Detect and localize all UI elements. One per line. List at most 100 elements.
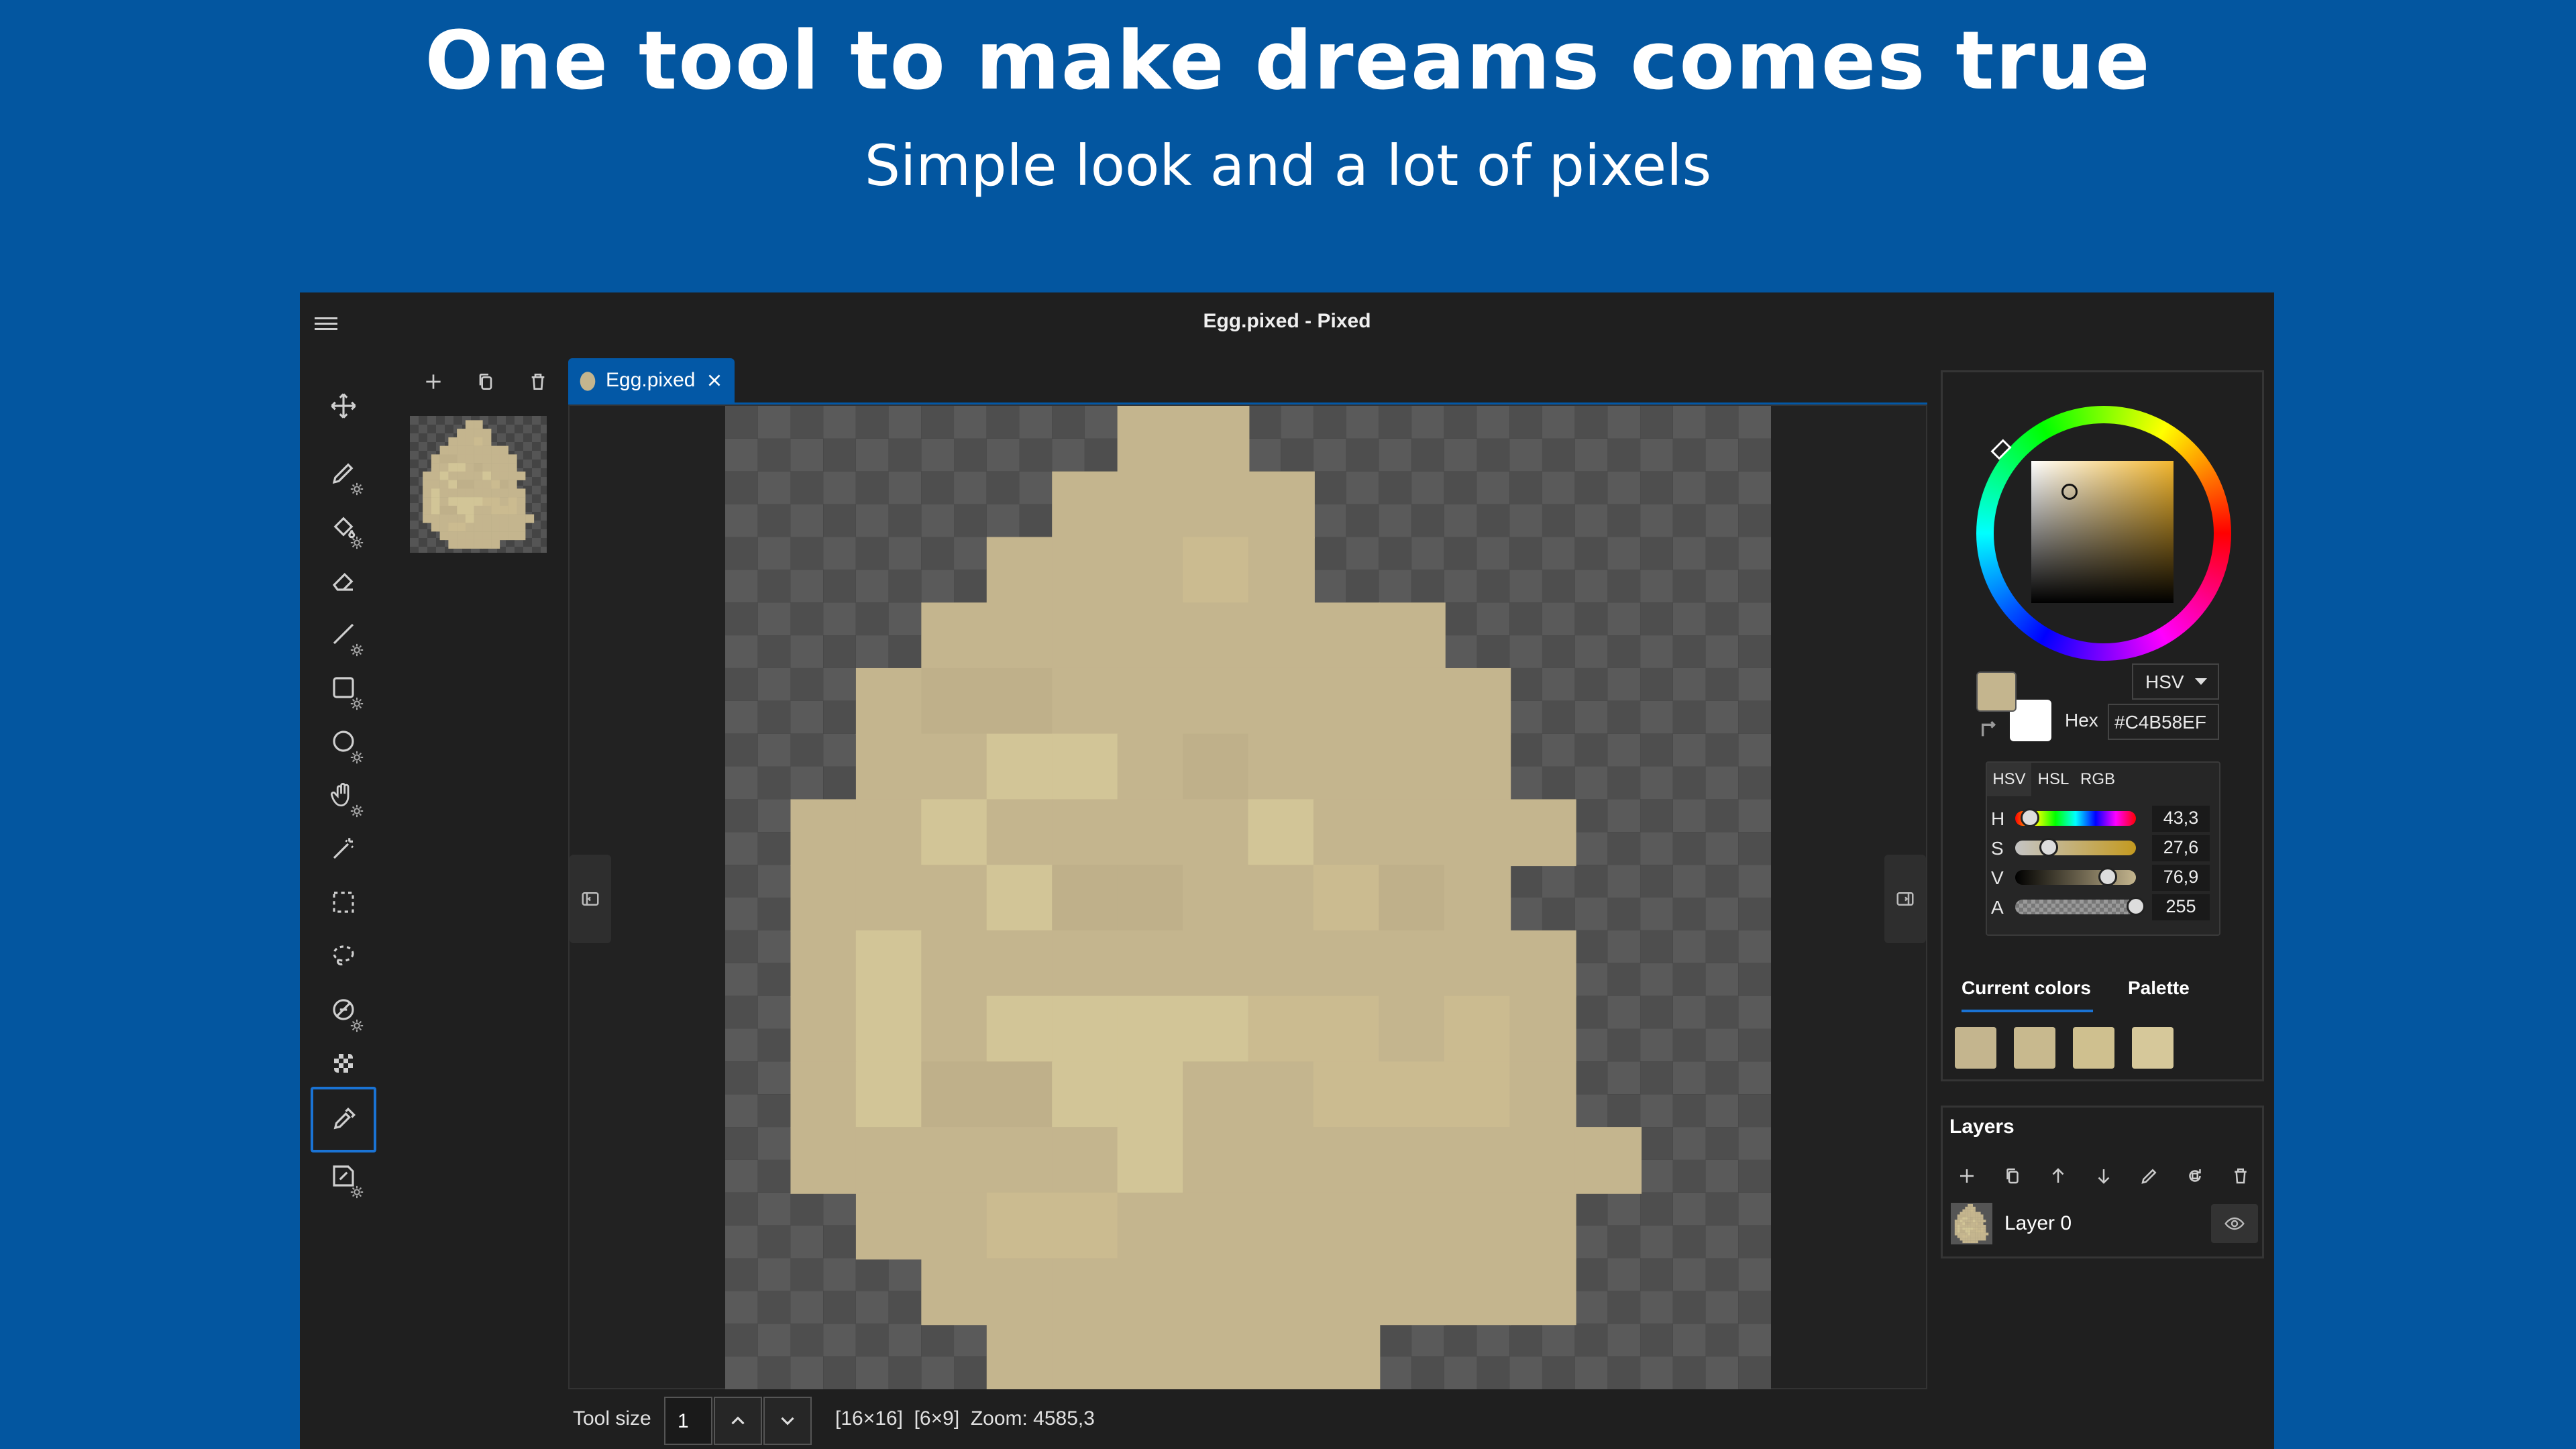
- transparency-checker-cell: [1738, 733, 1771, 767]
- color-mode-select[interactable]: HSV: [2132, 663, 2219, 700]
- transparency-checker-cell: [823, 1356, 856, 1389]
- pixel-canvas[interactable]: [725, 406, 1771, 1389]
- sprite-pixel: [1954, 1227, 1957, 1230]
- tab-palette[interactable]: Palette: [2128, 977, 2190, 999]
- duplicate-layer-button[interactable]: [1998, 1161, 2027, 1191]
- sprite-pixel: [1980, 1235, 1984, 1238]
- delete-frame-button[interactable]: [521, 360, 555, 404]
- current-color-swatch[interactable]: [1955, 1027, 1996, 1069]
- toggle-left-panel-button[interactable]: [570, 855, 611, 943]
- slider-track[interactable]: [2015, 870, 2136, 885]
- transparency-checker-cell: [1738, 832, 1771, 865]
- sprite-pixel: [1975, 1224, 1978, 1228]
- sprite-pixel: [465, 445, 474, 455]
- tab-current-colors[interactable]: Current colors: [1962, 977, 2091, 999]
- slider-knob[interactable]: [2020, 808, 2039, 827]
- swap-colors-icon[interactable]: [1979, 717, 2002, 740]
- sprite-pixel: [448, 463, 458, 472]
- transparency-checker-cell: [1640, 471, 1673, 504]
- current-color-swatch[interactable]: [2132, 1027, 2174, 1069]
- sprite-pixel: [1975, 1240, 1978, 1244]
- transparency-checker-cell: [1640, 602, 1673, 636]
- transparency-checker-cell: [888, 438, 922, 472]
- transparency-checker-cell: [790, 602, 824, 636]
- model-tab-hsv[interactable]: HSV: [1987, 763, 2031, 796]
- add-frame-button[interactable]: [417, 360, 450, 404]
- close-icon[interactable]: [706, 372, 723, 389]
- primary-color-swatch[interactable]: [1976, 672, 2017, 712]
- transparency-checker-cell: [1607, 504, 1641, 537]
- layer-visibility-button[interactable]: [2211, 1204, 2258, 1243]
- sprite-pixel: [1509, 996, 1576, 1063]
- hex-input[interactable]: #C4B58EF: [2108, 704, 2219, 740]
- sprite-pixel: [1183, 1061, 1250, 1129]
- transparency-checker-cell: [1672, 635, 1706, 668]
- sprite-pixel: [1248, 996, 1315, 1063]
- sprite-pixel: [1968, 1224, 1971, 1228]
- tool-shade-button[interactable]: [311, 1143, 376, 1209]
- chevron-down-icon: [781, 1417, 794, 1426]
- toggle-right-panel-button[interactable]: [1884, 855, 1926, 943]
- color-wheel[interactable]: [1976, 406, 2231, 661]
- layer-row[interactable]: Layer 0: [1945, 1200, 2261, 1247]
- model-tab-rgb[interactable]: RGB: [2076, 763, 2120, 796]
- move-layer-up-button[interactable]: [2043, 1161, 2073, 1191]
- transparency-checker-cell: [1705, 1127, 1739, 1160]
- title-bar: Egg.pixed - Pixed: [300, 292, 2274, 358]
- sprite-pixel: [986, 865, 1054, 932]
- move-layer-down-button[interactable]: [2089, 1161, 2118, 1191]
- tool-size-input[interactable]: 1: [664, 1397, 712, 1445]
- sprite-pixel: [1052, 799, 1119, 867]
- slider-track[interactable]: [2015, 841, 2136, 855]
- slider-row-h: H 43,3: [1991, 804, 2219, 832]
- transparency-checker-cell: [1705, 1258, 1739, 1291]
- sprite-pixel: [1962, 1235, 1966, 1238]
- sprite-pixel: [457, 539, 466, 549]
- slider-value-input[interactable]: 76,9: [2152, 865, 2210, 891]
- sprite-pixel: [517, 505, 526, 515]
- sprite-pixel: [431, 497, 440, 506]
- rename-layer-button[interactable]: [2135, 1161, 2164, 1191]
- slider-value-input[interactable]: 255: [2152, 894, 2210, 920]
- slider-value-input[interactable]: 27,6: [2152, 835, 2210, 861]
- transparency-checker-cell: [954, 504, 987, 537]
- sprite-pixel: [465, 539, 474, 549]
- current-color-swatch[interactable]: [2014, 1027, 2055, 1069]
- delete-layer-button[interactable]: [2226, 1161, 2255, 1191]
- saturation-value-square[interactable]: [2031, 461, 2174, 603]
- transparency-checker-cell: [725, 1291, 758, 1324]
- sprite-pixel: [1183, 799, 1250, 867]
- slider-track[interactable]: [2015, 900, 2136, 914]
- sprite-pixel: [423, 505, 432, 515]
- transparency-checker-cell: [1444, 406, 1477, 439]
- sprite-pixel: [921, 1127, 988, 1194]
- transparency-checker-cell: [1574, 1324, 1608, 1357]
- tab-egg-pixed[interactable]: Egg.pixed: [568, 358, 735, 402]
- current-color-swatch[interactable]: [2073, 1027, 2114, 1069]
- transparency-checker-cell: [757, 996, 791, 1029]
- transparency-checker-cell: [1607, 1028, 1641, 1062]
- transparency-checker-cell: [1477, 602, 1510, 636]
- slider-knob[interactable]: [2039, 838, 2058, 857]
- frame-thumbnail[interactable]: [410, 416, 547, 553]
- transparency-checker-cell: [1542, 602, 1575, 636]
- transparency-checker-cell: [1411, 406, 1444, 439]
- window-title: Egg.pixed - Pixed: [1203, 310, 1371, 332]
- gear-icon[interactable]: [350, 1185, 364, 1199]
- duplicate-frame-button[interactable]: [469, 360, 502, 404]
- transparency-checker-cell: [1738, 700, 1771, 734]
- sprite-pixel: [1968, 1227, 1971, 1230]
- add-layer-button[interactable]: [1952, 1161, 1982, 1191]
- transparency-checker-cell: [1542, 635, 1575, 668]
- tool-size-increase-button[interactable]: [714, 1397, 762, 1445]
- sv-handle[interactable]: [2061, 484, 2078, 500]
- tool-move-button[interactable]: [311, 373, 376, 439]
- tool-size-decrease-button[interactable]: [763, 1397, 812, 1445]
- model-tab-hsl[interactable]: HSL: [2031, 763, 2076, 796]
- sprite-pixel: [1960, 1224, 1963, 1228]
- sprite-pixel: [1975, 1230, 1978, 1233]
- slider-value-input[interactable]: 43,3: [2152, 806, 2210, 832]
- merge-layer-button[interactable]: [2180, 1161, 2210, 1191]
- transparency-checker-cell: [1738, 1258, 1771, 1291]
- slider-knob[interactable]: [2127, 897, 2145, 916]
